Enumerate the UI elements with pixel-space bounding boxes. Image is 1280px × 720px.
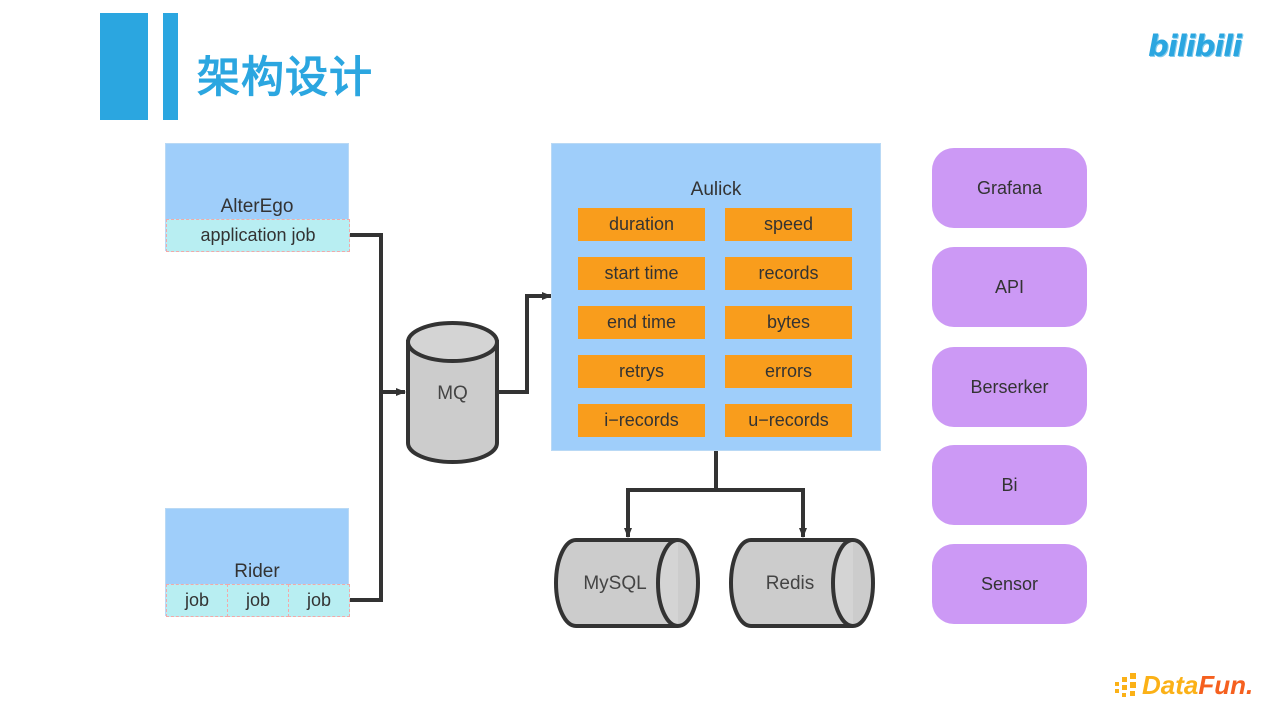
rider-chip-job-2[interactable]: job — [227, 584, 289, 617]
node-aulick[interactable]: Aulick duration speed start time records… — [551, 143, 881, 451]
rider-chip-job-1[interactable]: job — [166, 584, 228, 617]
node-redis[interactable]: Redis — [729, 537, 877, 629]
aulick-metric-records[interactable]: records — [725, 257, 852, 290]
node-mysql[interactable]: MySQL — [554, 537, 702, 629]
aulick-metric-end-time[interactable]: end time — [578, 306, 705, 339]
datafun-logo: DataFun. — [1115, 668, 1253, 702]
node-mq-label: MQ — [437, 383, 468, 404]
aulick-metric-i-records[interactable]: i−records — [578, 404, 705, 437]
edge-aulick-to-mysql — [624, 488, 716, 538]
bilibili-logo-text: bilibili — [1148, 29, 1242, 63]
title-accent-bar-narrow — [163, 13, 178, 120]
node-alterego-title: AlterEgo — [220, 196, 294, 217]
node-alterego[interactable]: AlterEgo application job — [165, 143, 350, 252]
node-mq[interactable]: MQ — [405, 320, 500, 465]
aulick-metric-errors[interactable]: errors — [725, 355, 852, 388]
node-aulick-title: Aulick — [690, 179, 742, 200]
node-api[interactable]: API — [932, 247, 1087, 327]
aulick-metric-start-time[interactable]: start time — [578, 257, 705, 290]
node-grafana[interactable]: Grafana — [932, 148, 1087, 228]
title-accent-bar-wide — [100, 13, 148, 120]
page-title: 架构设计 — [197, 54, 373, 102]
node-berserker[interactable]: Berserker — [932, 347, 1087, 427]
alterego-chip-application-job[interactable]: application job — [166, 219, 350, 252]
bilibili-logo: bilibili — [1148, 26, 1268, 66]
edge-alterego-to-mq — [349, 233, 406, 396]
aulick-metric-bytes[interactable]: bytes — [725, 306, 852, 339]
aulick-metric-retrys[interactable]: retrys — [578, 355, 705, 388]
aulick-metric-u-records[interactable]: u−records — [725, 404, 852, 437]
node-sensor[interactable]: Sensor — [932, 544, 1087, 624]
datafun-logo-text: DataFun. — [1142, 672, 1253, 698]
node-mysql-label: MySQL — [583, 573, 647, 594]
datafun-logo-fun: Fun. — [1198, 670, 1254, 700]
rider-chip-job-3[interactable]: job — [288, 584, 350, 617]
edge-aulick-to-redis — [716, 488, 807, 538]
datafun-logo-data: Data — [1142, 670, 1199, 700]
edge-mq-to-aulick — [499, 292, 552, 394]
datafun-dots-icon — [1115, 673, 1141, 697]
edge-rider-to-mq — [349, 392, 383, 602]
node-redis-label: Redis — [765, 573, 815, 594]
aulick-metric-speed[interactable]: speed — [725, 208, 852, 241]
node-rider-title: Rider — [234, 561, 280, 582]
aulick-metric-duration[interactable]: duration — [578, 208, 705, 241]
node-rider[interactable]: Rider job job job — [165, 508, 350, 617]
node-bi[interactable]: Bi — [932, 445, 1087, 525]
